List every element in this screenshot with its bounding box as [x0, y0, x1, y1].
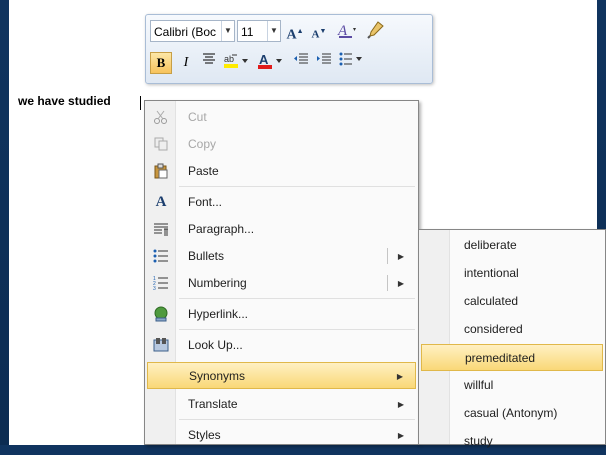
svg-text:3: 3 — [153, 286, 156, 291]
font-size-box[interactable]: 11 ▼ — [237, 20, 281, 42]
font-name-box[interactable]: Calibri (Boc ▼ — [150, 20, 235, 42]
menu-separator — [179, 419, 415, 420]
font-name-value: Calibri (Boc — [154, 25, 217, 39]
submenu-arrow-icon[interactable]: ▶ — [397, 363, 403, 390]
submenu-arrow-icon[interactable]: ▶ — [398, 391, 404, 418]
menu-item-numbering[interactable]: 123 Numbering ▶ — [147, 270, 416, 297]
synonym-item-premeditated[interactable]: premeditated — [421, 344, 603, 371]
font-dropdown-arrow-icon[interactable]: ▼ — [221, 21, 234, 41]
lookup-icon — [153, 337, 169, 353]
menu-item-paragraph[interactable]: Paragraph... — [147, 216, 416, 243]
italic-icon[interactable]: I — [176, 52, 196, 74]
format-painter-icon[interactable] — [365, 20, 387, 42]
submenu-arrow-icon[interactable]: ▶ — [398, 243, 404, 270]
bullets-icon[interactable] — [338, 52, 366, 74]
text-cursor — [140, 96, 141, 110]
menu-separator — [179, 329, 415, 330]
synonym-item[interactable]: willful — [421, 372, 603, 399]
menu-item-hyperlink[interactable]: Hyperlink... — [147, 301, 416, 328]
synonym-item[interactable]: deliberate — [421, 232, 603, 259]
menu-item-synonyms[interactable]: Synonyms ▶ — [147, 362, 416, 389]
styles-icon[interactable]: A — [335, 20, 359, 42]
size-dropdown-arrow-icon[interactable]: ▼ — [267, 21, 280, 41]
copy-icon — [153, 136, 169, 152]
highlight-icon[interactable]: ab — [222, 52, 252, 74]
center-icon[interactable] — [199, 52, 219, 74]
scissors-icon — [153, 109, 169, 125]
synonyms-submenu: deliberate intentional calculated consid… — [418, 229, 606, 448]
synonym-item[interactable]: calculated — [421, 288, 603, 315]
menu-item-translate[interactable]: Translate ▶ — [147, 391, 416, 418]
bullets-icon — [153, 248, 169, 264]
menu-separator — [179, 298, 415, 299]
synonym-item[interactable]: considered — [421, 316, 603, 343]
menu-split-divider — [387, 275, 388, 291]
synonym-item[interactable]: intentional — [421, 260, 603, 287]
hyperlink-icon — [153, 306, 169, 322]
font-icon: A — [155, 194, 167, 210]
submenu-arrow-icon[interactable]: ▶ — [398, 270, 404, 297]
bold-icon[interactable]: B — [150, 52, 172, 74]
menu-item-paste[interactable]: Paste — [147, 158, 416, 185]
increase-indent-icon[interactable] — [314, 52, 334, 74]
menu-item-copy[interactable]: Copy — [147, 131, 416, 158]
menu-item-look-up[interactable]: Look Up... — [147, 332, 416, 359]
menu-item-cut[interactable]: Cut — [147, 104, 416, 131]
shrink-font-icon[interactable]: A▼ — [309, 20, 329, 42]
synonym-item[interactable]: study — [421, 428, 603, 455]
svg-text:A: A — [259, 52, 269, 67]
decrease-indent-icon[interactable] — [291, 52, 311, 74]
document-text[interactable]: we have studied — [18, 94, 111, 108]
font-size-value: 11 — [241, 25, 254, 39]
context-menu: Cut Copy Paste A Font... Paragraph... Bu… — [144, 100, 419, 445]
menu-separator — [179, 186, 415, 187]
menu-split-divider — [387, 248, 388, 264]
menu-item-font[interactable]: A Font... — [147, 189, 416, 216]
mini-toolbar: Calibri (Boc ▼ 11 ▼ A▲ A▼ A B I ab A — [145, 14, 433, 84]
font-color-icon[interactable]: A — [256, 52, 286, 74]
paste-icon — [153, 163, 169, 179]
synonym-item-antonym[interactable]: casual (Antonym) — [421, 400, 603, 427]
numbering-icon: 123 — [153, 275, 169, 292]
paragraph-icon — [153, 221, 169, 237]
menu-item-bullets[interactable]: Bullets ▶ — [147, 243, 416, 270]
grow-font-icon[interactable]: A▲ — [285, 20, 305, 43]
